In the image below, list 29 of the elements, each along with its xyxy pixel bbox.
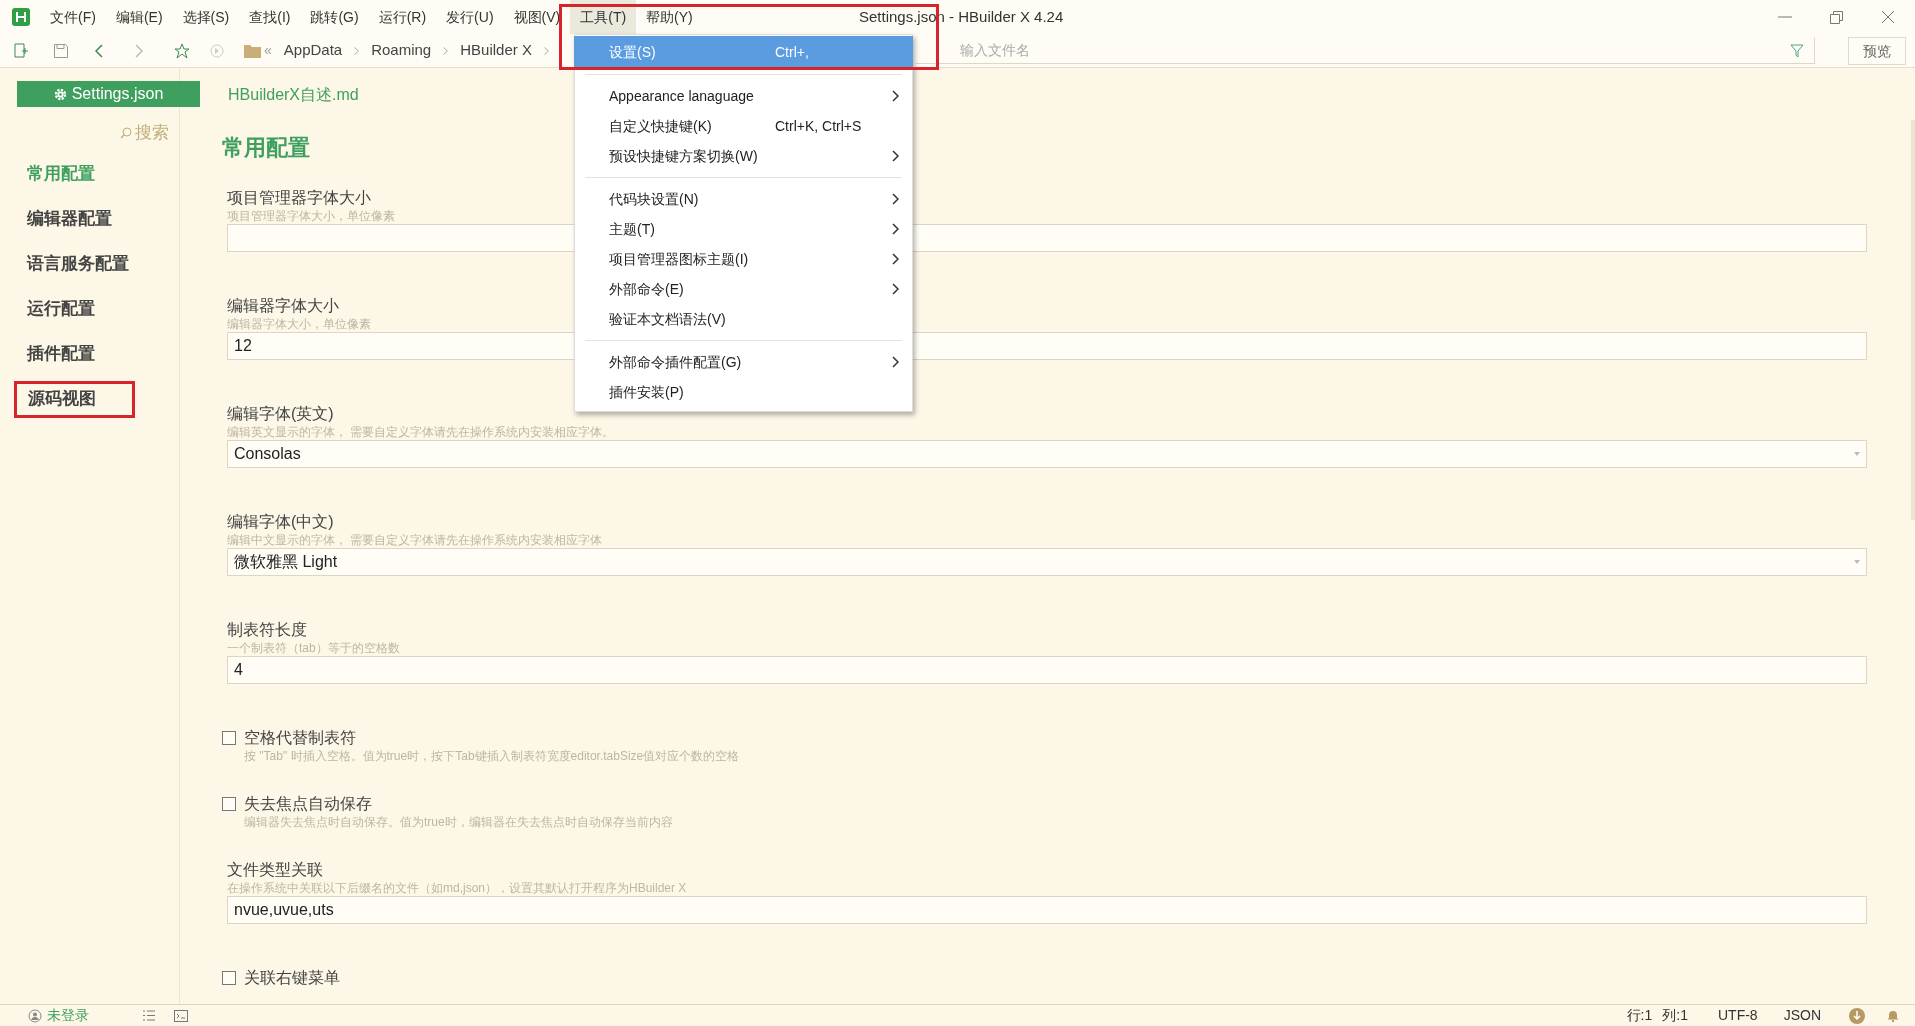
- menu-option-label: 外部命令(E): [609, 279, 685, 299]
- setting-description: 编辑英文显示的字体， 需要自定义字体请先在操作系统内安装相应字体。: [227, 424, 615, 440]
- setting-label: 文件类型关联: [227, 860, 323, 880]
- menu-option-label: 设置(S): [609, 42, 657, 62]
- setting-label: 制表符长度: [227, 620, 307, 640]
- menu-option-label: 预设快捷键方案切换(W): [609, 146, 759, 166]
- setting-label: 项目管理器字体大小: [227, 188, 371, 208]
- shortcut-label: Ctrl+,: [775, 42, 809, 62]
- setting-label: 编辑字体(中文): [227, 512, 334, 532]
- setting-label: 编辑字体(英文): [227, 404, 334, 424]
- menu-option-label: Appearance lanaguage: [609, 86, 755, 106]
- menu-option-label: 自定义快捷键(K): [609, 116, 713, 136]
- menu-option-label: 插件安装(P): [609, 382, 685, 402]
- menu-option-label: 验证本文档语法(V): [609, 309, 727, 329]
- setting-label: 关联右键菜单: [244, 968, 340, 988]
- menu-option-label: 代码块设置(N): [609, 189, 700, 209]
- menu-option-label: 项目管理器图标主题(I): [609, 249, 750, 269]
- setting-description: 编辑器字体大小，单位像素: [227, 316, 371, 332]
- section-heading: 常用配置: [222, 134, 310, 162]
- menu-option-label: 主题(T): [609, 219, 656, 239]
- setting-description: 项目管理器字体大小，单位像素: [227, 208, 395, 224]
- setting-label: 编辑器字体大小: [227, 296, 339, 316]
- shortcut-label: Ctrl+K, Ctrl+S: [775, 116, 862, 136]
- setting-description: 在操作系统中关联以下后缀名的文件（如md,json），设置其默认打开程序为HBuilder X: [227, 880, 687, 896]
- setting-description: 编辑中文显示的字体， 需要自定义字体请先在操作系统内安装相应字体: [227, 532, 603, 548]
- setting-label: 失去焦点自动保存: [244, 794, 372, 814]
- setting-description: 编辑器失去焦点时自动保存。值为true时，编辑器在失去焦点时自动保存当前内容: [244, 814, 673, 830]
- setting-description: 按 "Tab" 时插入空格。值为true时，按下Tab键插入制表符宽度editor.tabSize值对应个数的空格: [244, 748, 740, 764]
- setting-label: 空格代替制表符: [244, 728, 356, 748]
